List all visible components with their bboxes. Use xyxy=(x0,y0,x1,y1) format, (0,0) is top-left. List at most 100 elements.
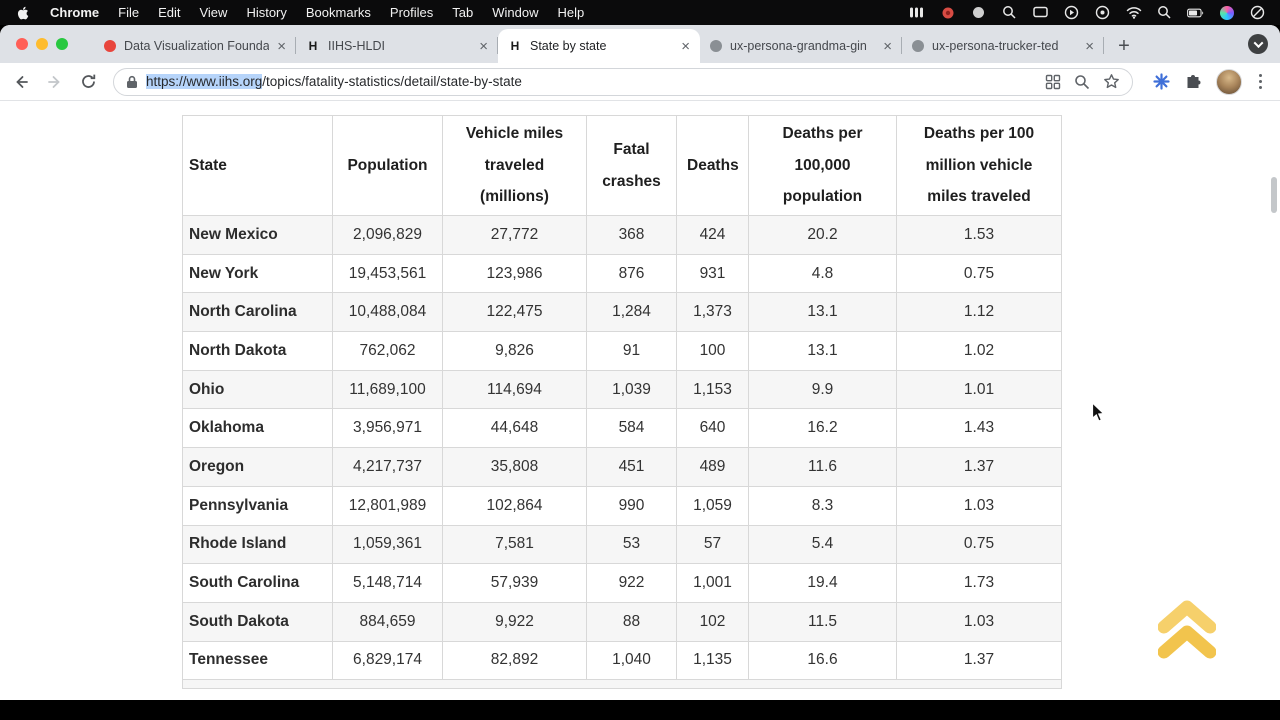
spotlight-icon[interactable] xyxy=(1156,4,1173,21)
value-cell: 57,939 xyxy=(443,564,587,603)
value-cell: 9,826 xyxy=(443,332,587,371)
value-cell: 20.2 xyxy=(749,216,897,255)
value-cell: 1.43 xyxy=(897,409,1062,448)
column-header: State xyxy=(183,116,333,216)
display-icon[interactable] xyxy=(1032,4,1049,21)
settings-circle-icon[interactable] xyxy=(1094,4,1111,21)
extension-asterisk-icon[interactable] xyxy=(1153,73,1170,90)
state-cell: North Dakota xyxy=(183,332,333,371)
tab-favicon: H xyxy=(306,39,320,53)
state-cell: Rhode Island xyxy=(183,525,333,564)
close-tab-icon[interactable]: × xyxy=(1085,39,1094,54)
table-head: StatePopulationVehicle miles traveled (m… xyxy=(183,116,1062,216)
value-cell: 1,153 xyxy=(677,370,749,409)
value-cell: 4,217,737 xyxy=(333,448,443,487)
browser-window: Data Visualization Founda×HIIHS-HLDI×HSt… xyxy=(0,25,1280,700)
value-cell: 19.4 xyxy=(749,564,897,603)
value-cell: 9,922 xyxy=(443,602,587,641)
menu-item-window[interactable]: Window xyxy=(492,5,538,20)
focus-icon[interactable] xyxy=(1249,4,1266,21)
value-cell: 100 xyxy=(677,332,749,371)
play-circle-icon[interactable] xyxy=(1063,4,1080,21)
siri-icon[interactable] xyxy=(1218,4,1235,21)
wifi-icon[interactable] xyxy=(1125,4,1142,21)
tab-state-by-state[interactable]: HState by state× xyxy=(498,29,700,63)
close-tab-icon[interactable]: × xyxy=(681,39,690,54)
battery-icon[interactable] xyxy=(1187,4,1204,21)
bookmark-star-icon[interactable] xyxy=(1103,73,1120,90)
apple-menu-icon[interactable] xyxy=(14,4,31,21)
page-content: StatePopulationVehicle miles traveled (m… xyxy=(0,101,1280,700)
menu-item-edit[interactable]: Edit xyxy=(158,5,180,20)
menu-item-bookmarks[interactable]: Bookmarks xyxy=(306,5,371,20)
minimize-window-button[interactable] xyxy=(36,38,48,50)
search-icon[interactable] xyxy=(1001,4,1018,21)
value-cell: 584 xyxy=(587,409,677,448)
url-text[interactable]: https://www.iihs.org/topics/fatality-sta… xyxy=(146,74,1037,89)
back-button[interactable] xyxy=(12,73,30,91)
state-cell: South Carolina xyxy=(183,564,333,603)
menu-item-view[interactable]: View xyxy=(199,5,227,20)
menu-item-file[interactable]: File xyxy=(118,5,139,20)
tab-ux-persona-trucker-ted[interactable]: ux-persona-trucker-ted × xyxy=(902,29,1104,63)
close-tab-icon[interactable]: × xyxy=(277,39,286,54)
zoom-icon[interactable] xyxy=(1074,74,1090,90)
value-cell: 762,062 xyxy=(333,332,443,371)
tab-iihs-hldi[interactable]: HIIHS-HLDI× xyxy=(296,29,498,63)
value-cell: 1.02 xyxy=(897,332,1062,371)
state-cell: South Dakota xyxy=(183,602,333,641)
value-cell: 5.4 xyxy=(749,525,897,564)
value-cell: 640 xyxy=(677,409,749,448)
value-cell: 1,001 xyxy=(677,564,749,603)
tab-data-visualization-founda[interactable]: Data Visualization Founda × xyxy=(94,29,296,63)
mouse-cursor xyxy=(1091,402,1106,428)
page-scrollbar-thumb[interactable] xyxy=(1271,177,1277,213)
tab-label: Data Visualization Founda xyxy=(124,39,269,53)
value-cell: 44,648 xyxy=(443,409,587,448)
close-tab-icon[interactable]: × xyxy=(883,39,892,54)
value-cell: 3,956,971 xyxy=(333,409,443,448)
profile-avatar[interactable] xyxy=(1216,69,1242,95)
url-selected-text: https://www.iihs.org xyxy=(146,74,262,89)
zoom-window-button[interactable] xyxy=(56,38,68,50)
table-body: New Mexico2,096,82927,77236842420.21.53 N… xyxy=(183,216,1062,689)
state-cell: North Carolina xyxy=(183,293,333,332)
table-row: New Mexico2,096,82927,77236842420.21.53 xyxy=(183,216,1062,255)
value-cell: 11.6 xyxy=(749,448,897,487)
menu-item-chrome[interactable]: Chrome xyxy=(50,5,99,20)
chevron-down-icon xyxy=(1253,38,1263,48)
screenshot-grid-icon[interactable] xyxy=(1045,74,1061,90)
address-bar[interactable]: https://www.iihs.org/topics/fatality-sta… xyxy=(113,68,1133,96)
value-cell: 931 xyxy=(677,254,749,293)
value-cell: 1.03 xyxy=(897,486,1062,525)
column-header: Fatal crashes xyxy=(587,116,677,216)
menu-item-help[interactable]: Help xyxy=(558,5,585,20)
value-cell: 102,864 xyxy=(443,486,587,525)
tab-list: Data Visualization Founda×HIIHS-HLDI×HSt… xyxy=(94,25,1104,63)
extensions-puzzle-icon[interactable] xyxy=(1185,74,1201,90)
forward-button[interactable] xyxy=(46,73,64,91)
menu-item-history[interactable]: History xyxy=(246,5,286,20)
value-cell: 1,373 xyxy=(677,293,749,332)
close-tab-icon[interactable]: × xyxy=(479,39,488,54)
menu-dots-icon[interactable] xyxy=(1257,72,1265,92)
status-dot-icon[interactable] xyxy=(970,4,987,21)
back-to-top-button[interactable] xyxy=(1158,597,1216,661)
value-cell: 4.8 xyxy=(749,254,897,293)
menu-item-tab[interactable]: Tab xyxy=(452,5,473,20)
value-cell: 451 xyxy=(587,448,677,487)
value-cell: 876 xyxy=(587,254,677,293)
reload-button[interactable] xyxy=(80,73,97,90)
new-tab-button[interactable]: + xyxy=(1110,31,1138,61)
value-cell: 489 xyxy=(677,448,749,487)
window-tiles-icon[interactable] xyxy=(908,4,925,21)
value-cell: 7,581 xyxy=(443,525,587,564)
tab-ux-persona-grandma-gin[interactable]: ux-persona-grandma-gin× xyxy=(700,29,902,63)
state-cell: Oklahoma xyxy=(183,409,333,448)
value-cell: 102 xyxy=(677,602,749,641)
menu-item-profiles[interactable]: Profiles xyxy=(390,5,433,20)
record-icon[interactable] xyxy=(939,4,956,21)
close-window-button[interactable] xyxy=(16,38,28,50)
tab-label: ux-persona-trucker-ted xyxy=(932,39,1077,53)
tab-search-chevron-button[interactable] xyxy=(1248,34,1268,54)
